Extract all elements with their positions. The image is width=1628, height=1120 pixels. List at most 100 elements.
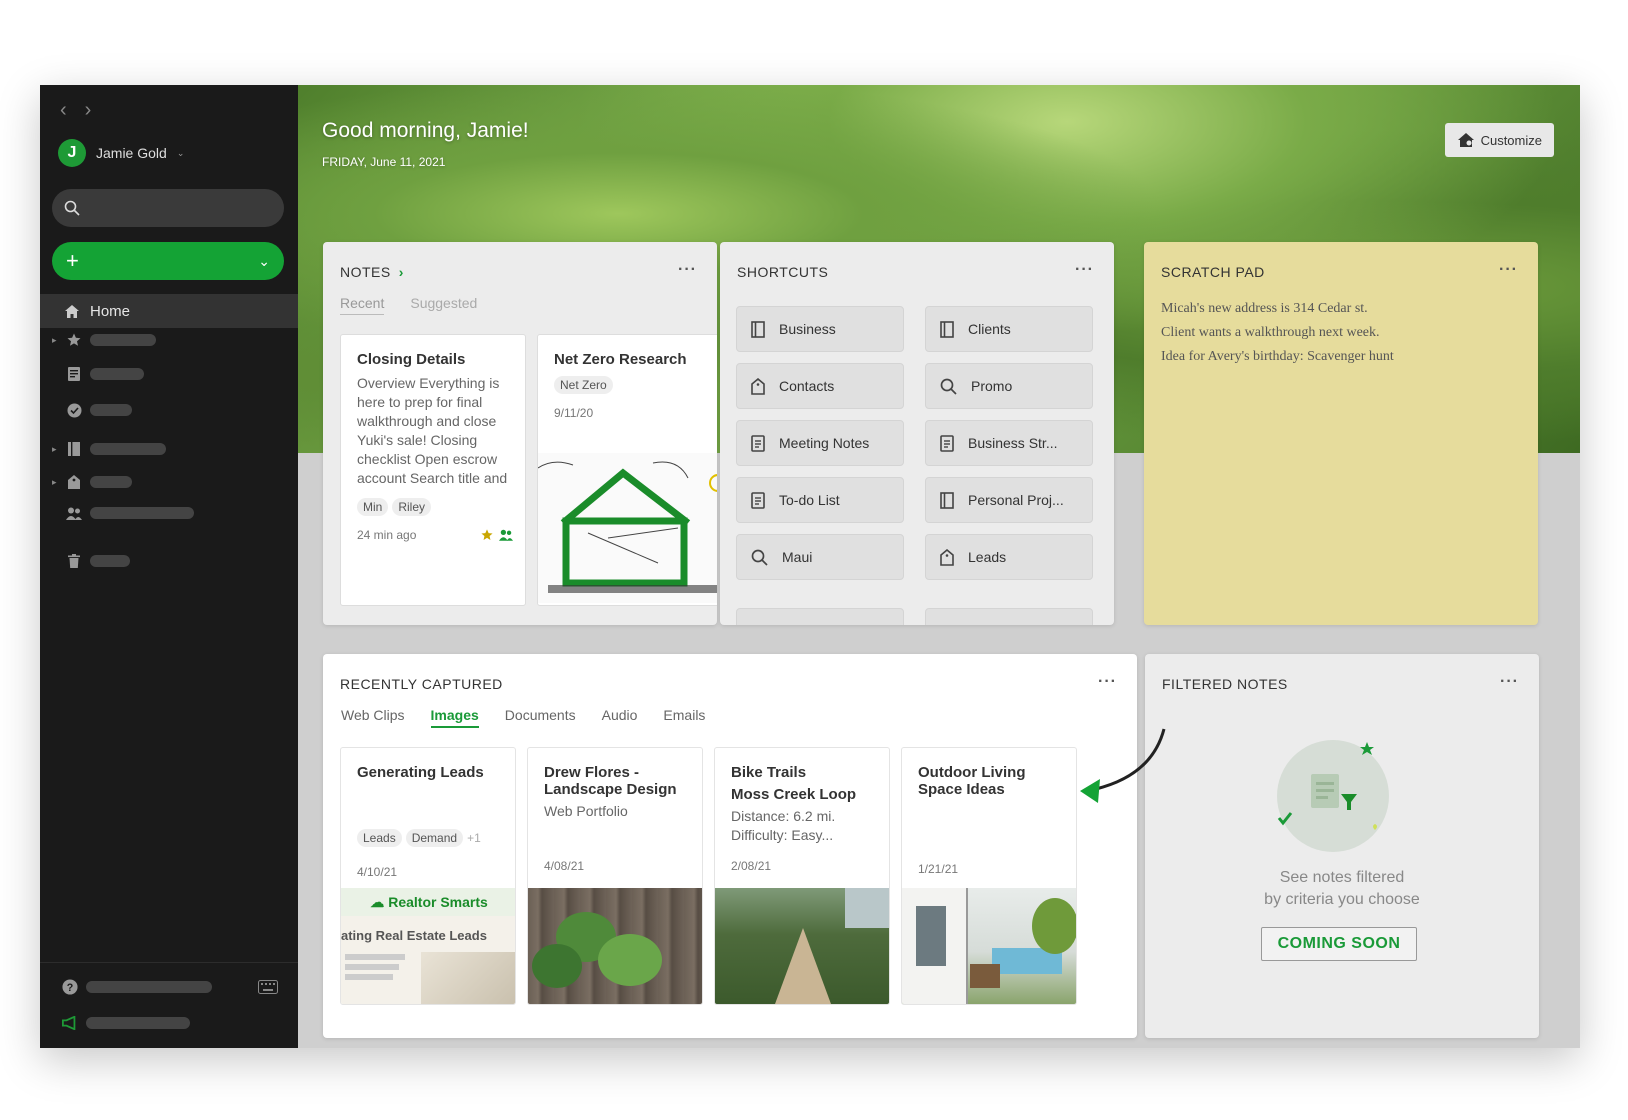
search-icon: [940, 378, 957, 395]
widget-title[interactable]: NOTES ›: [340, 264, 404, 280]
note-card[interactable]: Net Zero Research Net Zero 9/11/20: [537, 334, 717, 606]
capture-date: 1/21/21: [918, 862, 959, 876]
more-options-icon[interactable]: ···: [678, 261, 697, 279]
sidebar-item-shared[interactable]: [52, 505, 194, 521]
tag-chip[interactable]: Net Zero: [554, 376, 613, 394]
people-icon: [499, 529, 513, 541]
tab-emails[interactable]: Emails: [663, 707, 705, 728]
sidebar-placeholder: [90, 476, 132, 488]
shortcut-item[interactable]: Maui: [736, 534, 904, 580]
shortcut-item[interactable]: Business Str...: [925, 420, 1093, 466]
forward-icon[interactable]: ›: [85, 99, 92, 122]
arrow-annotation-icon: [1080, 728, 1166, 803]
chevron-down-icon[interactable]: ⌄: [258, 253, 270, 270]
note-snippet: Overview Everything is here to prep for …: [357, 375, 508, 486]
check-circle-icon: [66, 402, 82, 418]
capture-card[interactable]: Drew Flores - Landscape Design Web Portf…: [527, 747, 703, 1005]
whats-new-item[interactable]: [62, 1015, 190, 1031]
shortcut-label: Promo: [971, 378, 1013, 394]
tag-chip[interactable]: Min: [357, 498, 389, 516]
sidebar-item-shortcuts[interactable]: ▸: [52, 332, 156, 348]
tab-web-clips[interactable]: Web Clips: [341, 707, 405, 728]
filtered-notes-widget: FILTERED NOTES ··· See notes filtered by…: [1145, 654, 1539, 1038]
star-icon: [481, 529, 493, 540]
note-icon: [751, 434, 765, 452]
capture-card[interactable]: Outdoor Living Space Ideas 1/21/21: [901, 747, 1077, 1005]
filtered-message: by criteria you choose: [1264, 891, 1420, 908]
shortcut-label: To-do List: [779, 492, 840, 508]
shortcuts-widget: SHORTCUTS ··· Business Clients Contacts Pro…: [720, 242, 1114, 625]
sidebar-item-notes[interactable]: [52, 366, 144, 382]
capture-card[interactable]: Generating Leads Leads Demand +1 4/10/21 ☁…: [340, 747, 516, 1005]
caret-right-icon[interactable]: ▸: [52, 477, 58, 488]
shortcut-label: Contacts: [779, 378, 835, 394]
shortcut-item[interactable]: Personal Proj...: [925, 477, 1093, 523]
shortcut-item[interactable]: [925, 608, 1093, 625]
cloud-icon: ☁: [370, 893, 385, 910]
more-options-icon[interactable]: ···: [1500, 673, 1519, 691]
tab-documents[interactable]: Documents: [505, 707, 576, 728]
sidebar-item-trash[interactable]: [52, 553, 130, 569]
more-options-icon[interactable]: ···: [1075, 261, 1094, 279]
new-button[interactable]: + ⌄: [52, 242, 284, 280]
back-icon[interactable]: ‹: [60, 99, 67, 122]
sidebar-item-notebooks[interactable]: ▸: [52, 441, 166, 457]
star-icon: [66, 332, 82, 348]
widget-title: SHORTCUTS: [737, 264, 829, 280]
more-options-icon[interactable]: ···: [1098, 673, 1117, 691]
capture-subtitle: Web Portfolio: [544, 803, 628, 819]
shortcut-item[interactable]: Leads: [925, 534, 1093, 580]
caret-right-icon[interactable]: ▸: [52, 335, 58, 346]
note-icon: [66, 366, 82, 382]
shortcut-item[interactable]: To-do List: [736, 477, 904, 523]
sidebar-item-tags[interactable]: ▸: [52, 474, 132, 490]
shortcut-item[interactable]: Contacts: [736, 363, 904, 409]
sidebar-placeholder: [90, 334, 156, 346]
coming-soon-button[interactable]: COMING SOON: [1261, 927, 1417, 961]
shortcut-item[interactable]: Business: [736, 306, 904, 352]
shortcut-item[interactable]: [736, 608, 904, 625]
more-options-icon[interactable]: ···: [1499, 261, 1518, 279]
tag-chip[interactable]: Leads: [357, 829, 402, 847]
sidebar-item-home[interactable]: Home: [40, 294, 298, 328]
shortcut-item[interactable]: Meeting Notes: [736, 420, 904, 466]
tab-recent[interactable]: Recent: [340, 295, 385, 315]
chevron-down-icon: ⌄: [176, 147, 185, 158]
tag-icon: [940, 548, 954, 566]
note-title: Closing Details: [357, 351, 466, 368]
tag-icon: [751, 377, 765, 395]
nav-arrows: ‹ ›: [60, 99, 91, 122]
capture-tabs: Web Clips Images Documents Audio Emails: [341, 707, 705, 728]
customize-button[interactable]: Customize: [1444, 123, 1554, 157]
keyboard-icon[interactable]: [258, 980, 278, 999]
tab-images[interactable]: Images: [430, 707, 479, 728]
tag-chip[interactable]: Demand: [405, 829, 464, 847]
capture-title: Drew Flores - Landscape Design: [544, 764, 677, 798]
sketch-image: [538, 453, 717, 603]
shortcut-item[interactable]: Promo: [925, 363, 1093, 409]
tag-chip[interactable]: Riley: [392, 498, 432, 516]
tab-audio[interactable]: Audio: [602, 707, 638, 728]
home-gear-icon: [1457, 133, 1474, 147]
sidebar-item-tasks[interactable]: [52, 402, 132, 418]
tab-suggested[interactable]: Suggested: [410, 295, 477, 315]
chevron-right-icon[interactable]: ›: [399, 264, 404, 280]
greeting: Good morning, Jamie!: [322, 119, 529, 142]
sidebar-placeholder: [90, 404, 132, 416]
note-card[interactable]: Closing Details Overview Everything is h…: [340, 334, 526, 606]
help-item[interactable]: ?: [62, 979, 212, 995]
current-date: FRIDAY, June 11, 2021: [322, 155, 446, 169]
sidebar-footer: ?: [40, 962, 298, 1048]
capture-line: Moss Creek Loop: [731, 786, 857, 803]
scratch-pad-widget[interactable]: SCRATCH PAD ··· Micah's new address is 3…: [1144, 242, 1538, 625]
caret-right-icon[interactable]: ▸: [52, 444, 58, 455]
capture-card[interactable]: Bike Trails Moss Creek Loop Distance: 6.…: [714, 747, 890, 1005]
search-input[interactable]: [88, 200, 268, 216]
search-bar[interactable]: [52, 189, 284, 227]
shortcut-item[interactable]: Clients: [925, 306, 1093, 352]
home-icon: [65, 304, 79, 318]
sidebar-item-label: Home: [90, 302, 131, 320]
sidebar-placeholder: [90, 555, 130, 567]
scratch-text[interactable]: Micah's new address is 314 Cedar st. Cli…: [1161, 297, 1394, 369]
account-menu[interactable]: J Jamie Gold ⌄: [58, 139, 184, 167]
